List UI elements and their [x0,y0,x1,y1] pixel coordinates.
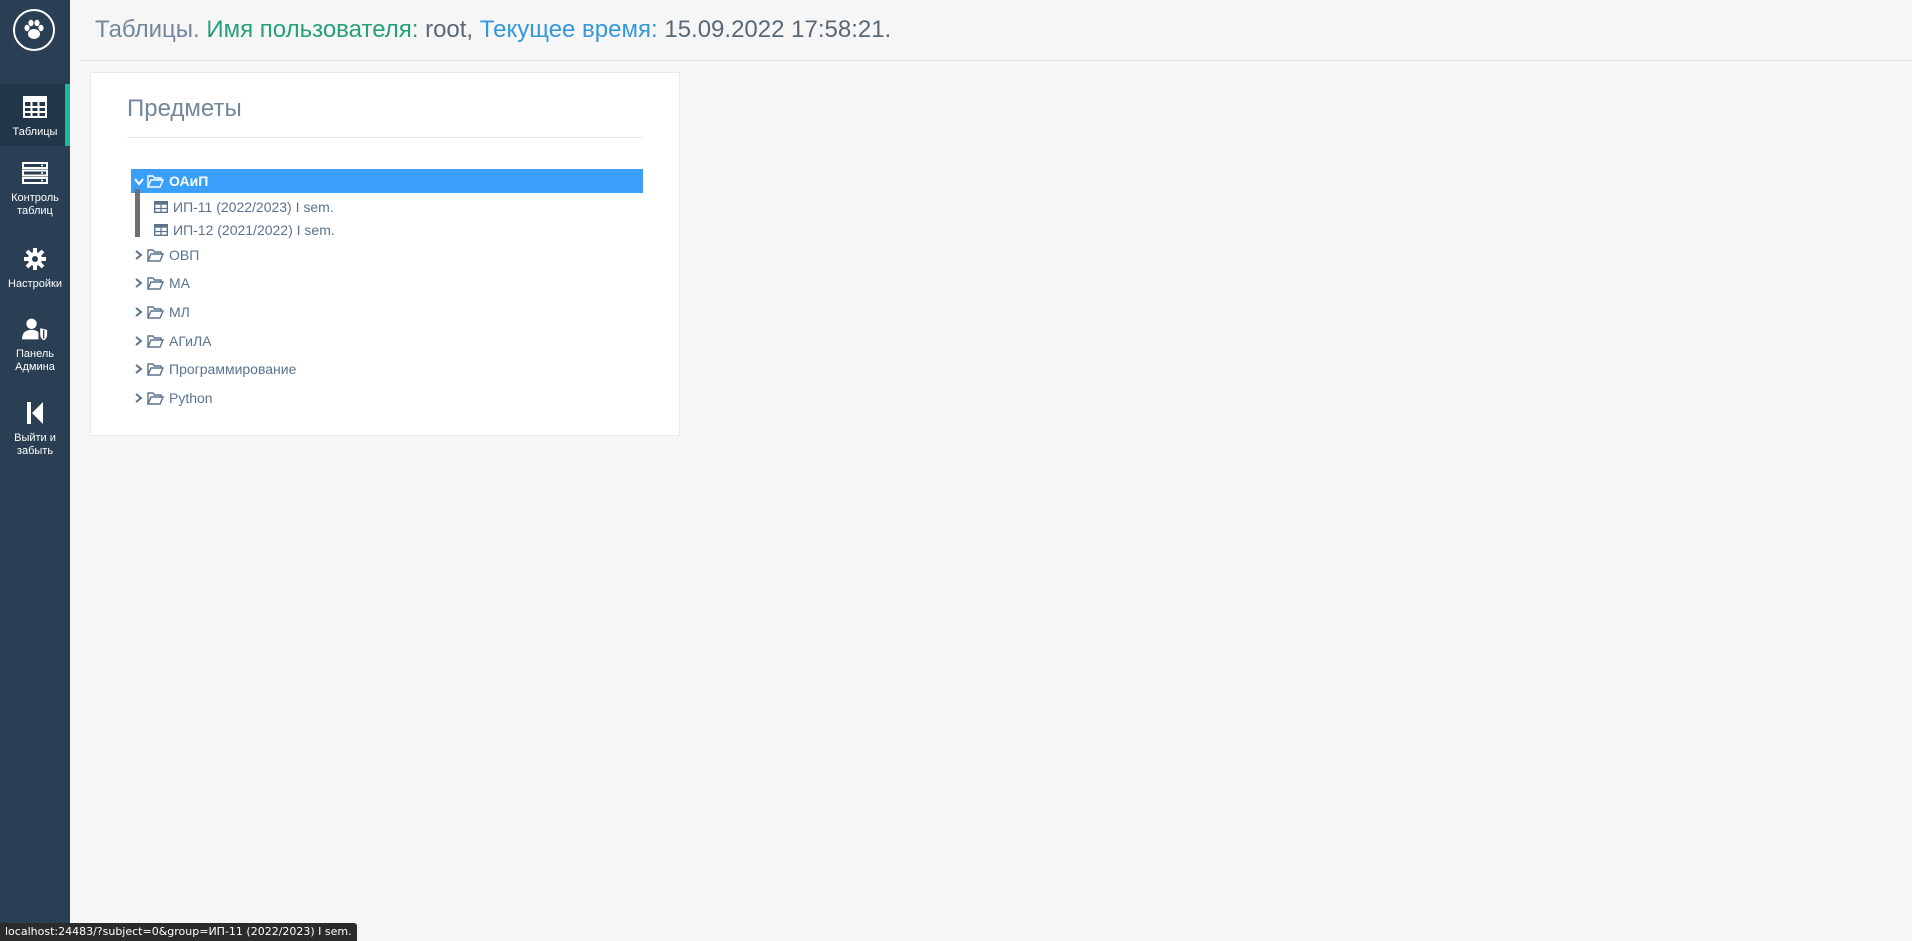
sidebar: Таблицы Контроль таблиц Настройки Панель… [0,0,70,941]
tree-node-python[interactable]: Python [131,386,643,410]
tree-node-label: МЛ [169,304,190,320]
tree-node-label: ОВП [169,247,200,263]
chevron-right-icon [131,334,147,349]
tree-node-label: АГиЛА [169,333,212,349]
chevron-down-icon [131,174,147,189]
table-icon [22,94,48,120]
step-backward-icon [22,400,48,426]
chevron-right-icon [131,248,147,263]
tree-node-programming[interactable]: Программирование [131,357,643,381]
link-status-bar: localhost:24483/?subject=0&group=ИП-11 (… [0,923,357,941]
sidebar-item-label: Таблицы [12,126,58,138]
tree-node-ovp[interactable]: ОВП [131,243,643,267]
page-header: Таблицы. Имя пользователя: root, Текущее… [80,0,1912,61]
folder-open-icon [147,248,165,262]
sidebar-item-tables[interactable]: Таблицы [0,84,70,146]
chevron-right-icon [131,276,147,291]
sidebar-item-label: Контроль таблиц [11,192,59,217]
user-value: root, [425,16,474,43]
paw-logo-icon[interactable] [13,9,55,51]
sidebar-item-logout[interactable]: Выйти и забыть [0,400,70,466]
folder-open-icon [147,174,165,188]
sidebar-item-label: Панель Админа [15,348,55,373]
tree-leaf-group[interactable]: ИП-12 (2021/2022) I sem. [154,219,335,241]
user-label: Имя пользователя: [206,16,419,43]
subjects-panel: Предметы ОАиП ИП-11 (2022/2023) I sem. И… [90,72,680,436]
sidebar-item-label: Настройки [8,278,62,290]
chevron-right-icon [131,362,147,377]
tree-node-label: МА [169,275,190,291]
tree-leaf-label: ИП-12 (2021/2022) I sem. [173,222,335,238]
chevron-right-icon [131,391,147,406]
user-shield-icon [22,316,48,342]
tree-node-ma[interactable]: МА [131,271,643,295]
tree-node-ml[interactable]: МЛ [131,300,643,324]
table-icon [154,201,168,213]
sidebar-item-settings[interactable]: Настройки [0,246,70,296]
sidebar-item-label: Выйти и забыть [14,432,56,457]
page-title: Таблицы. [95,16,200,43]
tree-node-label: Программирование [169,361,297,377]
tree-node-oaip[interactable]: ОАиП [131,169,643,193]
chevron-right-icon [131,305,147,320]
server-icon [22,160,48,186]
gear-icon [22,246,48,272]
panel-title: Предметы [127,95,643,138]
sidebar-item-table-control[interactable]: Контроль таблиц [0,160,70,226]
tree-node-label: Python [169,390,213,406]
tree-leaf-label: ИП-11 (2022/2023) I sem. [173,199,334,215]
time-label: Текущее время: [479,16,658,43]
tree-node-agila[interactable]: АГиЛА [131,329,643,353]
sidebar-item-admin-panel[interactable]: Панель Админа [0,316,70,382]
tree-branch-line [135,189,140,237]
tree-node-label: ОАиП [169,173,209,189]
time-value: 15.09.2022 17:58:21. [664,16,892,43]
folder-open-icon [147,305,165,319]
table-icon [154,224,168,236]
folder-open-icon [147,276,165,290]
folder-open-icon [147,362,165,376]
tree-leaf-group[interactable]: ИП-11 (2022/2023) I sem. [154,196,334,218]
folder-open-icon [147,391,165,405]
folder-open-icon [147,334,165,348]
